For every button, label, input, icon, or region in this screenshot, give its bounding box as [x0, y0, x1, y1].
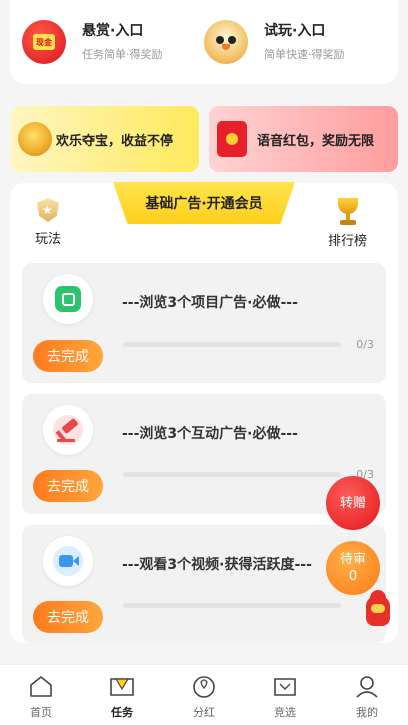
how-to-play-button[interactable]: ★ 玩法 — [34, 198, 62, 247]
pending-label: 待审 — [339, 552, 366, 567]
entry-card: 现金 悬赏·入口 任务简单·得奖励 试玩·入口 简单快速·得奖励 — [10, 0, 398, 84]
complete-task-button[interactable]: 去完成 — [33, 470, 103, 502]
nav-item-dividend[interactable]: 分红 — [174, 673, 234, 720]
nav-item-home[interactable]: 首页 — [11, 673, 71, 720]
leaderboard-label: 排行榜 — [328, 234, 368, 249]
home-icon — [28, 673, 54, 699]
task-title: ---观看3个视频·获得活跃度--- — [122, 557, 312, 573]
how-to-play-label: 玩法 — [34, 232, 61, 247]
task-progress-bar — [123, 603, 341, 608]
panel-tab-banner: 基础广告·开通会员 — [113, 182, 295, 224]
nav-item-task[interactable]: 任务 — [92, 673, 152, 720]
shield-star-icon: ★ — [34, 198, 62, 224]
reward-entry[interactable]: 现金 悬赏·入口 任务简单·得奖励 — [22, 20, 163, 64]
bottom-nav: 首页 任务 分红 竞选 我的 — [0, 664, 408, 725]
task-icon-circle — [43, 274, 93, 324]
nav-label-home: 首页 — [30, 706, 52, 719]
reward-entry-subtitle: 任务简单·得奖励 — [82, 48, 163, 61]
nav-label-dividend: 分红 — [193, 706, 215, 719]
profile-icon — [354, 673, 380, 699]
task-progress-bar — [123, 342, 341, 347]
reward-entry-title: 悬赏·入口 — [82, 23, 144, 39]
pending-count: 0 — [348, 569, 358, 584]
task-title: ---浏览3个项目广告·必做--- — [122, 295, 298, 311]
nav-label-election: 竞选 — [274, 706, 296, 719]
pending-review-button[interactable]: 待审 0 — [326, 541, 380, 595]
treasure-banner[interactable]: 欢乐夺宝，收益不停 — [10, 106, 199, 172]
red-packet-icon — [217, 121, 247, 157]
task-icon-circle — [43, 536, 93, 586]
nav-label-profile: 我的 — [356, 706, 378, 719]
transfer-label: 转赠 — [339, 495, 366, 511]
mascot-icon[interactable] — [362, 590, 394, 632]
complete-task-button[interactable]: 去完成 — [33, 601, 103, 633]
nav-item-profile[interactable]: 我的 — [337, 673, 397, 720]
panel-tab-title: 基础广告·开通会员 — [145, 196, 263, 212]
leaderboard-button[interactable]: 排行榜 — [328, 198, 367, 249]
voice-redpacket-label: 语音红包，奖励无限 — [257, 133, 375, 149]
task-icon — [109, 673, 135, 699]
trial-entry-title: 试玩·入口 — [264, 23, 326, 39]
election-icon — [272, 673, 298, 699]
cash-badge: 现金 — [33, 34, 55, 50]
bird-mascot-icon — [204, 20, 248, 64]
treasure-banner-label: 欢乐夺宝，收益不停 — [56, 133, 174, 149]
treasure-icon — [18, 122, 52, 156]
video-icon — [53, 546, 83, 576]
voice-redpacket-banner[interactable]: 语音红包，奖励无限 — [209, 106, 398, 172]
task-progress-count: 0/3 — [356, 338, 374, 351]
nav-item-election[interactable]: 竞选 — [255, 673, 315, 720]
transfer-button[interactable]: 转赠 — [326, 476, 380, 530]
trial-entry-subtitle: 简单快速·得奖励 — [264, 48, 345, 61]
gavel-icon — [53, 415, 83, 445]
task-icon-circle — [43, 405, 93, 455]
dividend-icon — [191, 673, 217, 699]
task-card: ---浏览3个项目广告·必做--- 去完成 0/3 — [22, 263, 386, 383]
task-title: ---浏览3个互动广告·必做--- — [122, 426, 298, 442]
complete-task-button[interactable]: 去完成 — [33, 340, 103, 372]
trial-entry[interactable]: 试玩·入口 简单快速·得奖励 — [204, 20, 345, 64]
red-envelope-icon: 现金 — [22, 20, 66, 64]
camera-icon — [55, 286, 81, 312]
task-progress-bar — [123, 472, 341, 477]
nav-label-task: 任务 — [111, 706, 133, 719]
trophy-icon — [335, 198, 361, 226]
